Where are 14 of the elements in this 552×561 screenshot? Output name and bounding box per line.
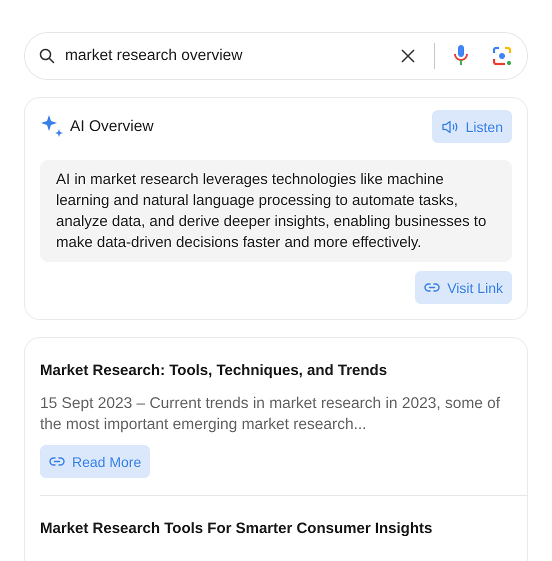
result-title[interactable]: Market Research: Tools, Techniques, and Trends — [40, 362, 512, 379]
speaker-icon — [440, 120, 459, 134]
result-title[interactable]: Market Research Tools For Smarter Consumer Insights — [40, 520, 512, 537]
search-query: market research overview — [65, 47, 244, 65]
microphone-icon — [453, 44, 469, 68]
overview-title: AI Overview — [70, 118, 155, 136]
close-icon — [400, 48, 416, 64]
result-snippet: 15 Sept 2023 – Current trends in market research in 2023, some of the most important emerging market research... — [40, 394, 502, 435]
search-icon — [39, 48, 55, 64]
link-icon — [49, 455, 65, 468]
link-icon — [424, 281, 440, 294]
camera-icon — [491, 45, 513, 67]
overview-summary: AI in market research leverages technologies like machine learning and natural language processing to automate tasks, analyze data, and derive deeper insights, enabling businesses to make data-driven decisions faster and more effectively. — [40, 160, 512, 262]
search-field[interactable]: market research overview — [24, 32, 528, 80]
